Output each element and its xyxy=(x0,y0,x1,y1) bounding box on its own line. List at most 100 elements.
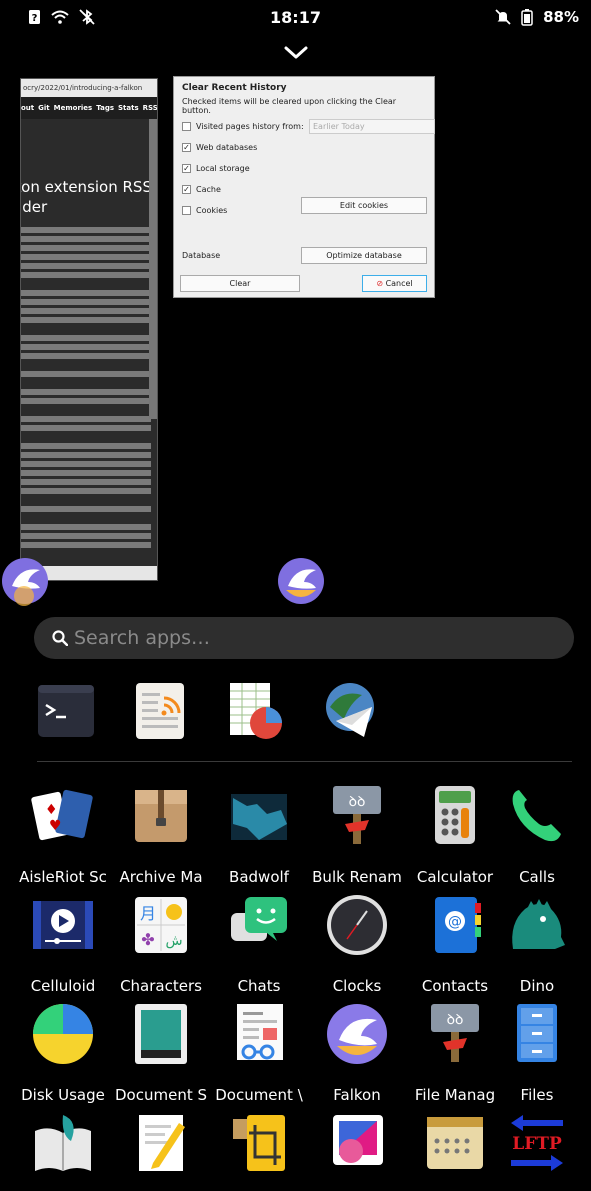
bulk-rename-icon: ꝺꝺ xyxy=(333,786,381,844)
files-icon xyxy=(517,1004,557,1062)
archive-icon xyxy=(135,790,187,842)
search-placeholder: Search apps… xyxy=(74,627,210,649)
svg-text:✤: ✤ xyxy=(141,930,154,949)
app-disk-usage[interactable]: Disk Usage xyxy=(14,1002,112,1106)
search-icon xyxy=(52,630,68,646)
app-image-viewer[interactable] xyxy=(308,1111,406,1191)
app-label: Disk Usage xyxy=(21,1086,105,1104)
app-label: Falkon xyxy=(333,1086,381,1104)
svg-text:?: ? xyxy=(32,13,38,24)
battery-percent: 88% xyxy=(543,8,579,26)
bluetooth-off-icon xyxy=(79,9,95,25)
svg-text:LFTP: LFTP xyxy=(512,1134,562,1154)
app-chats[interactable]: Chats xyxy=(210,893,308,997)
status-bar: ? 18:17 88% xyxy=(0,0,591,34)
nav-item: out xyxy=(21,104,35,112)
favorites-divider xyxy=(37,761,572,762)
app-label: AisleRiot Sc xyxy=(19,868,107,886)
contacts-icon: @ xyxy=(435,897,481,953)
option-local-storage[interactable]: ✓ Local storage xyxy=(182,158,426,178)
calculator-icon xyxy=(435,786,475,844)
app-text-editor[interactable] xyxy=(112,1111,210,1191)
image-viewer-icon xyxy=(333,1115,383,1165)
playing-cards-icon: ♦♥ xyxy=(31,789,93,841)
file-manager-icon: ꝺꝺ xyxy=(431,1004,479,1062)
app-label: Chats xyxy=(237,977,281,995)
app-bulk-rename[interactable]: ꝺꝺ Bulk Renam xyxy=(308,784,406,888)
battery-icon xyxy=(521,8,533,26)
lftp-icon: LFTP xyxy=(511,1115,563,1171)
app-lftp[interactable]: LFTP xyxy=(488,1111,586,1191)
option-visited-pages[interactable]: Visited pages history from: Earlier Toda… xyxy=(182,116,435,136)
falkon-icon xyxy=(327,1004,387,1064)
app-files[interactable]: Files xyxy=(488,1002,586,1106)
nav-item: Git xyxy=(38,104,50,112)
app-label: Clocks xyxy=(332,977,382,995)
clock-icon xyxy=(327,895,387,955)
dialog-description: Checked items will be cleared upon click… xyxy=(182,97,397,115)
app-foliate[interactable] xyxy=(14,1111,112,1191)
wifi-icon xyxy=(51,10,69,24)
app-aisleriot[interactable]: ♦ ♥ AisleRiot Sc xyxy=(14,784,112,888)
app-label: Archive Ma xyxy=(119,868,203,886)
app-label: Dino xyxy=(519,977,555,995)
scanner-icon xyxy=(135,1004,187,1064)
checkbox[interactable]: ✓ xyxy=(182,163,191,173)
phone-icon xyxy=(512,790,561,842)
app-image-roll[interactable] xyxy=(210,1111,308,1191)
nav-item: Tags xyxy=(96,104,115,112)
checkbox[interactable] xyxy=(182,205,191,215)
spreadsheet-icon[interactable] xyxy=(226,681,286,741)
cancel-button[interactable]: ⊘ Cancel xyxy=(362,275,427,292)
app-falkon[interactable]: Falkon xyxy=(308,1002,406,1106)
app-label: Files xyxy=(520,1086,554,1104)
app-celluloid[interactable]: Celluloid xyxy=(14,893,112,997)
search-input[interactable]: Search apps… xyxy=(34,617,574,659)
app-dino[interactable]: Dino xyxy=(488,893,586,997)
sim-unknown-icon: ? xyxy=(29,10,40,24)
app-badwolf[interactable]: Badwolf xyxy=(210,784,308,888)
falkon-icon xyxy=(2,558,48,606)
wolf-icon xyxy=(231,794,287,840)
app-calls[interactable]: Calls xyxy=(488,784,586,888)
app-label: Document \ xyxy=(215,1086,303,1104)
app-label: Badwolf xyxy=(229,868,289,886)
checkbox[interactable] xyxy=(182,121,191,131)
app-label: Bulk Renam xyxy=(312,868,402,886)
app-clocks[interactable]: Clocks xyxy=(308,893,406,997)
terminal-icon[interactable] xyxy=(36,681,96,741)
mail-client-icon[interactable] xyxy=(322,681,382,741)
chat-icon xyxy=(231,897,287,941)
document-viewer-icon xyxy=(237,1004,283,1060)
option-web-databases[interactable]: ✓ Web databases xyxy=(182,137,426,157)
app-label: Calls xyxy=(519,868,555,886)
characters-icon: 月 ✤ ش xyxy=(135,897,187,953)
app-document-viewer[interactable]: Document \ xyxy=(210,1002,308,1106)
app-label: Celluloid xyxy=(30,977,96,995)
app-archive-manager[interactable]: Archive Ma xyxy=(112,784,210,888)
svg-text:♦: ♦ xyxy=(45,802,58,818)
time-range-select[interactable]: Earlier Today xyxy=(309,118,435,134)
checkbox[interactable]: ✓ xyxy=(182,184,191,194)
feed-reader-icon[interactable] xyxy=(130,681,190,741)
falkon-window-thumbnail[interactable]: ocry/2022/01/introducing-a-falkon out Gi… xyxy=(20,78,158,581)
nav-item: Stats xyxy=(118,104,139,112)
optimize-database-button[interactable]: Optimize database xyxy=(301,247,427,264)
chevron-down-icon[interactable] xyxy=(282,42,310,62)
book-leaf-icon xyxy=(35,1115,91,1171)
app-document-scanner[interactable]: Document S xyxy=(112,1002,210,1106)
svg-text:ꝺꝺ: ꝺꝺ xyxy=(447,1012,464,1028)
app-label: Characters xyxy=(120,977,202,995)
crop-icon xyxy=(233,1115,285,1171)
pie-chart-icon xyxy=(33,1004,93,1064)
option-cache[interactable]: ✓ Cache xyxy=(182,179,426,199)
checkbox[interactable]: ✓ xyxy=(182,142,191,152)
clear-button[interactable]: Clear xyxy=(180,275,300,292)
scrollbar xyxy=(149,119,157,419)
text-editor-icon xyxy=(139,1115,185,1171)
clear-history-dialog[interactable]: Clear Recent History Checked items will … xyxy=(173,76,435,298)
app-characters[interactable]: 月 ✤ ش Characters xyxy=(112,893,210,997)
edit-cookies-button[interactable]: Edit cookies xyxy=(301,197,427,214)
dino-icon xyxy=(512,899,565,949)
nav-item: Memories xyxy=(53,104,93,112)
